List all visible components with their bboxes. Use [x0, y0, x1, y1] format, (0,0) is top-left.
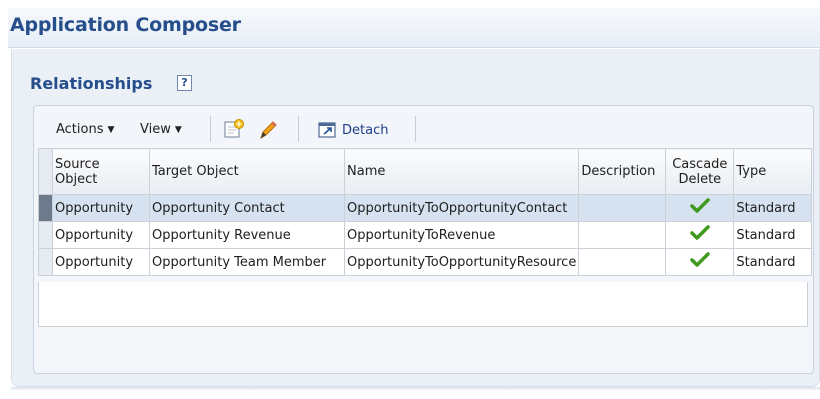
- cell-name: OpportunityToRevenue: [343, 221, 580, 249]
- cell-type: Standard: [733, 221, 813, 249]
- cell-cascade-delete: [665, 221, 735, 249]
- table-row[interactable]: Opportunity Opportunity Team Member Oppo…: [38, 248, 813, 276]
- cell-type: Standard: [733, 194, 813, 222]
- section-title: Relationships: [30, 74, 153, 93]
- chevron-down-icon: ▼: [107, 125, 115, 135]
- relationships-table: Source Object Target Object Name Descrip…: [38, 148, 813, 276]
- view-menu[interactable]: View ▼: [140, 122, 182, 137]
- cell-description: [578, 248, 667, 276]
- checkmark-icon: [690, 225, 710, 240]
- column-header-cascade-delete[interactable]: Cascade Delete: [665, 148, 735, 195]
- create-icon[interactable]: [223, 119, 245, 143]
- column-header-name[interactable]: Name: [343, 148, 580, 195]
- cell-description: [578, 194, 667, 222]
- checkmark-icon: [690, 198, 710, 213]
- cell-source-object: Opportunity: [52, 194, 150, 222]
- row-header-corner: [38, 148, 53, 195]
- cell-description: [578, 221, 667, 249]
- detach-icon[interactable]: [318, 121, 338, 143]
- cell-name: OpportunityToOpportunityResource: [343, 248, 580, 276]
- toolbar: Actions ▼ View ▼ Detach: [36, 112, 416, 146]
- cell-target-object: Opportunity Contact: [149, 194, 345, 222]
- app-header: Application Composer: [8, 8, 820, 48]
- cell-type: Standard: [733, 248, 813, 276]
- row-selector[interactable]: [38, 194, 53, 222]
- cell-cascade-delete: [665, 248, 735, 276]
- actions-menu-label: Actions: [56, 122, 104, 137]
- toolbar-separator: [415, 116, 416, 142]
- column-header-target-object[interactable]: Target Object: [149, 148, 345, 195]
- detach-button[interactable]: Detach: [342, 123, 388, 138]
- view-menu-label: View: [140, 122, 171, 137]
- checkmark-icon: [690, 252, 710, 267]
- cell-source-object: Opportunity: [52, 221, 150, 249]
- cell-name: OpportunityToOpportunityContact: [343, 194, 580, 222]
- row-selector[interactable]: [38, 221, 53, 249]
- table-row[interactable]: Opportunity Opportunity Revenue Opportun…: [38, 221, 813, 249]
- table-header-row: Source Object Target Object Name Descrip…: [38, 148, 813, 195]
- panel-bottom-edge: [11, 387, 820, 391]
- cell-source-object: Opportunity: [52, 248, 150, 276]
- cell-target-object: Opportunity Revenue: [149, 221, 345, 249]
- table-row[interactable]: Opportunity Opportunity Contact Opportun…: [38, 194, 813, 222]
- app-title: Application Composer: [10, 14, 241, 36]
- toolbar-separator: [210, 116, 211, 142]
- actions-menu[interactable]: Actions ▼: [56, 122, 114, 137]
- column-header-source-object[interactable]: Source Object: [52, 148, 150, 195]
- column-header-type[interactable]: Type: [733, 148, 813, 195]
- table-footer: [38, 326, 808, 364]
- edit-pencil-icon[interactable]: [257, 119, 279, 145]
- toolbar-separator: [298, 116, 299, 142]
- column-header-description[interactable]: Description: [578, 148, 667, 195]
- row-selector[interactable]: [38, 248, 53, 276]
- cell-target-object: Opportunity Team Member: [149, 248, 345, 276]
- help-icon[interactable]: ?: [177, 75, 192, 91]
- cell-cascade-delete: [665, 194, 735, 222]
- chevron-down-icon: ▼: [174, 125, 182, 135]
